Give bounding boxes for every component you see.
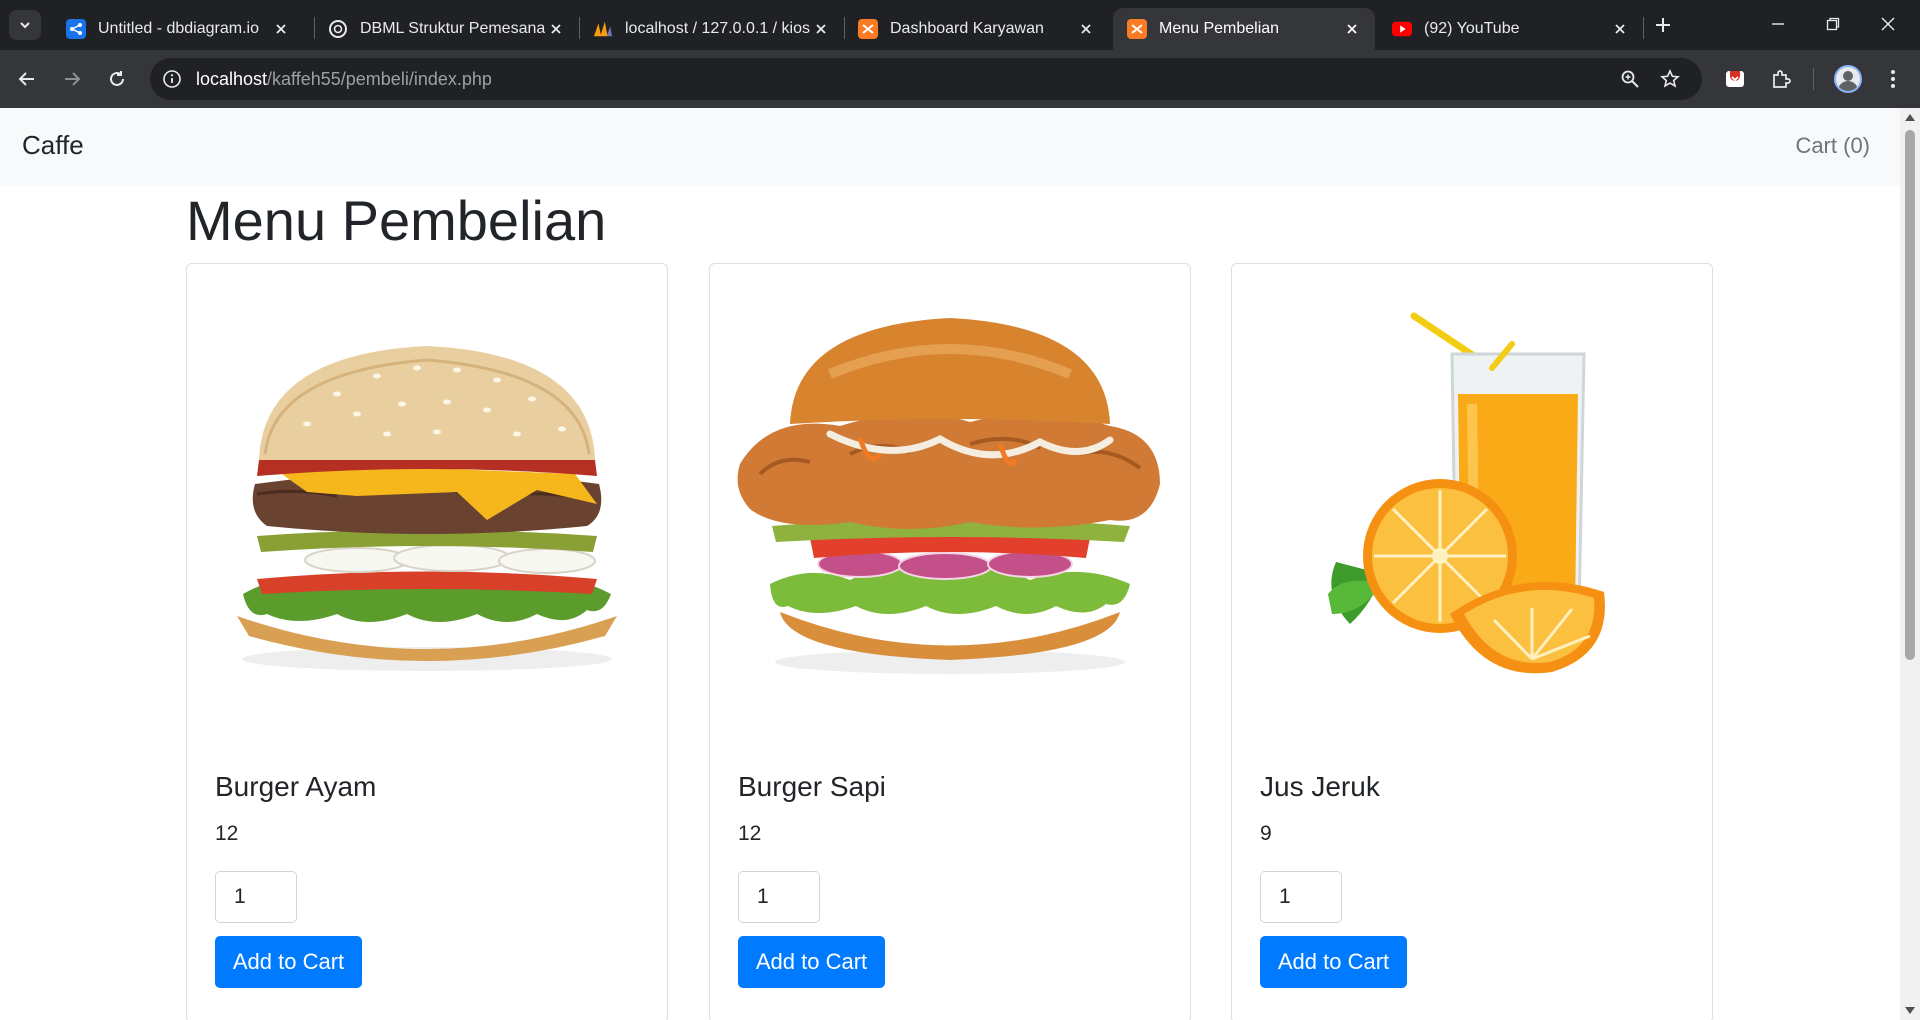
product-name: Jus Jeruk (1260, 771, 1380, 802)
url-path: /kaffeh55/pembeli/index.php (267, 69, 492, 89)
restore-icon (1826, 17, 1840, 31)
minimize-icon (1772, 23, 1784, 25)
extensions-puzzle-icon[interactable] (1768, 66, 1794, 92)
reload-button[interactable] (102, 64, 132, 94)
back-button[interactable] (12, 64, 42, 94)
cart-link[interactable]: Cart (0) (1795, 133, 1870, 159)
dbdiagram-icon (66, 19, 86, 39)
avatar-icon (1838, 71, 1858, 91)
url-text[interactable]: localhost/kaffeh55/pembeli/index.php (196, 69, 492, 90)
forward-button[interactable] (57, 64, 87, 94)
toolbar-divider (1813, 68, 1814, 90)
browser-tabstrip: Untitled - dbdiagram.io DBML Struktur Pe… (0, 0, 1920, 50)
address-bar[interactable]: localhost/kaffeh55/pembeli/index.php (150, 58, 1702, 100)
product-name: Burger Sapi (738, 771, 886, 802)
bookmark-star-icon[interactable] (1658, 67, 1682, 91)
add-to-cart-button[interactable]: Add to Cart (1260, 936, 1407, 988)
url-host: localhost (196, 69, 268, 89)
minimize-button[interactable] (1766, 12, 1790, 36)
product-card: Burger Ayam 12 Add to Cart (186, 263, 668, 1020)
tab-title: localhost / 127.0.0.1 / kiosk (625, 20, 810, 37)
orange-juice-image (1232, 264, 1712, 744)
quantity-input[interactable] (215, 871, 297, 923)
tab-close-icon[interactable] (810, 18, 832, 40)
tab-separator (1643, 17, 1644, 39)
product-price: 9 (1260, 822, 1272, 845)
close-window-button[interactable] (1876, 12, 1900, 36)
kebab-menu-icon (1891, 70, 1895, 88)
add-to-cart-button[interactable]: Add to Cart (215, 936, 362, 988)
profile-avatar[interactable] (1834, 65, 1862, 93)
chicken-burger-image (710, 264, 1190, 744)
tab-title: (92) YouTube (1424, 20, 1520, 37)
navbar-brand[interactable]: Caffe (22, 130, 84, 161)
youtube-icon (1392, 19, 1412, 39)
tab-title: Menu Pembelian (1159, 20, 1280, 37)
xampp-icon (1127, 19, 1147, 39)
product-price: 12 (215, 822, 239, 845)
tab-youtube[interactable]: (92) YouTube (1378, 8, 1643, 50)
chatgpt-icon (328, 19, 348, 39)
product-card: Jus Jeruk 9 Add to Cart (1231, 263, 1713, 1020)
page-scrollbar[interactable] (1900, 108, 1920, 1020)
tab-close-icon[interactable] (1075, 18, 1097, 40)
tab-close-icon[interactable] (1341, 18, 1363, 40)
new-tab-button[interactable] (1651, 13, 1675, 37)
tab-close-icon[interactable] (1609, 18, 1631, 40)
tab-close-icon[interactable] (545, 18, 567, 40)
tab-phpmyadmin[interactable]: localhost / 127.0.0.1 / kiosk (579, 8, 844, 50)
product-card: Burger Sapi 12 Add to Cart (709, 263, 1191, 1020)
site-navbar: Caffe Cart (0) (0, 108, 1900, 186)
browser-toolbar: localhost/kaffeh55/pembeli/index.php (0, 50, 1920, 108)
add-to-cart-button[interactable]: Add to Cart (738, 936, 885, 988)
tab-close-icon[interactable] (270, 18, 292, 40)
product-name: Burger Ayam (215, 771, 377, 802)
tab-dbml[interactable]: DBML Struktur Pemesanan (314, 8, 579, 50)
plus-icon (1656, 18, 1670, 32)
page-title: Menu Pembelian (186, 189, 607, 252)
page-viewport: Caffe Cart (0) Menu Pembelian Burger Aya… (0, 108, 1900, 1020)
scrollbar-thumb[interactable] (1905, 130, 1915, 660)
tab-title: Dashboard Karyawan (890, 20, 1044, 37)
tab-search-button[interactable] (9, 10, 41, 40)
close-icon (1881, 17, 1895, 31)
chevron-down-icon (20, 22, 30, 29)
zoom-icon[interactable] (1618, 67, 1642, 91)
tab-menu-pembelian[interactable]: Menu Pembelian (1113, 8, 1375, 50)
arrow-left-icon (18, 72, 34, 86)
tab-dashboard-karyawan[interactable]: Dashboard Karyawan (844, 8, 1109, 50)
restore-button[interactable] (1821, 12, 1845, 36)
extension-save-icon[interactable] (1722, 66, 1748, 92)
arrow-right-icon (65, 72, 81, 86)
tab-title: Untitled - dbdiagram.io (98, 20, 259, 37)
tab-title: DBML Struktur Pemesanan (360, 20, 545, 37)
browser-menu-button[interactable] (1880, 66, 1906, 92)
scroll-down-arrow-icon[interactable] (1905, 1007, 1915, 1014)
quantity-input[interactable] (738, 871, 820, 923)
reload-icon (110, 71, 124, 86)
beef-burger-image (187, 264, 667, 744)
xampp-icon (858, 19, 878, 39)
product-price: 12 (738, 822, 762, 845)
phpmyadmin-icon (593, 19, 613, 39)
scroll-up-arrow-icon[interactable] (1905, 114, 1915, 121)
tab-dbdiagram[interactable]: Untitled - dbdiagram.io (52, 8, 304, 50)
site-info-icon[interactable] (160, 67, 184, 91)
quantity-input[interactable] (1260, 871, 1342, 923)
